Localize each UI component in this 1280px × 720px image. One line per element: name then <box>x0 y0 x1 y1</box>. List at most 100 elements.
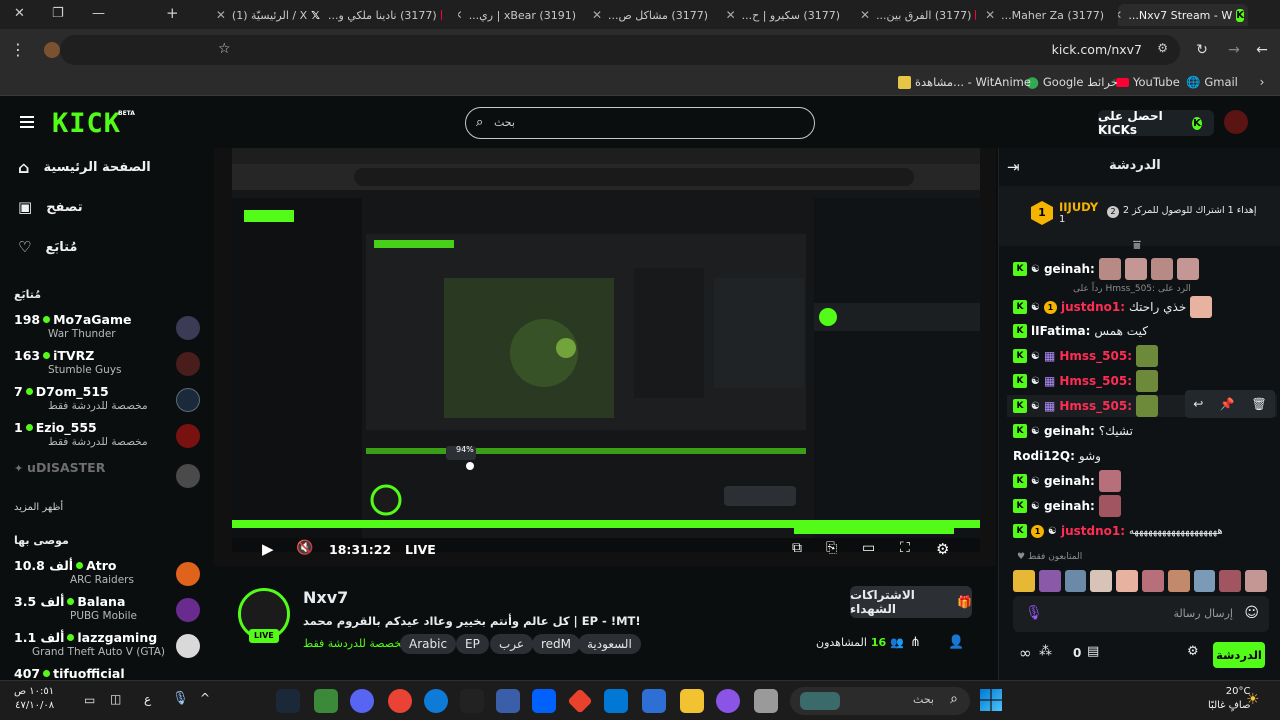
chat-message[interactable]: K ☯ geinah: <box>1013 495 1121 517</box>
chat-message[interactable]: K ☯ ▦ Hmss_505: <box>1013 370 1158 392</box>
store-icon[interactable] <box>642 689 666 713</box>
pin-icon[interactable]: 📌 <box>1220 397 1235 411</box>
chat-message[interactable]: Rodi12Q: وشو <box>1013 445 1101 467</box>
forward-icon[interactable]: → <box>1226 42 1242 58</box>
input-language[interactable]: ع <box>144 692 151 706</box>
app-icon[interactable] <box>496 689 520 713</box>
reload-icon[interactable]: ↻ <box>1194 42 1210 58</box>
chat-settings-icon[interactable]: ⚙ <box>1187 644 1199 659</box>
bookmark-item[interactable]: مشاهدة... - WitAnime <box>898 75 1031 89</box>
back-icon[interactable]: ← <box>1254 42 1270 58</box>
nav-browse[interactable]: ▣ تصفح <box>18 198 83 216</box>
offline-channel[interactable]: ✦ uDISASTER <box>14 460 204 490</box>
chat-message[interactable]: K ☯ 1 justdno1: خذي راحتك <box>1013 296 1213 318</box>
chrome-icon[interactable] <box>388 689 412 713</box>
address-bar[interactable]: ☆ kick.com/nxv7 ⚙ <box>60 35 1180 65</box>
stream-tag[interactable]: عرب <box>490 634 534 654</box>
picture-in-picture-icon[interactable]: ⧉ <box>792 540 802 556</box>
chat-username[interactable]: lIFatima: <box>1031 324 1090 338</box>
gift-subs-button[interactable]: الاشتراكات الشهداء 🎁 <box>850 586 972 618</box>
browser-tab[interactable]: (3177) Maher Za... ✕ <box>986 4 1112 26</box>
chat-username[interactable]: geinah: <box>1044 499 1095 513</box>
recommended-channel[interactable]: 1.1 ألف lazzgaming Grand Theft Auto V (GT… <box>14 630 204 660</box>
chat-username[interactable]: geinah: <box>1044 262 1095 276</box>
viewer-avatar[interactable] <box>1219 570 1242 592</box>
settings-gear-icon[interactable]: ⚙ <box>936 540 949 558</box>
close-tab-icon[interactable]: ✕ <box>1118 8 1122 22</box>
steam-icon[interactable] <box>276 689 300 713</box>
recommended-channel[interactable]: 10.8 ألف Atro ARC Raiders <box>14 558 204 588</box>
clip-icon[interactable]: ⎘ <box>826 540 837 556</box>
viewer-avatar[interactable] <box>1245 570 1267 592</box>
windows-start-icon[interactable] <box>980 689 1002 711</box>
pin-toggle-icon[interactable]: ⩸ <box>1133 238 1141 253</box>
browser-tab[interactable]: (3177) نادينا ملكي و... <box>328 4 446 26</box>
theater-mode-icon[interactable]: ▭ <box>862 540 875 556</box>
close-tab-icon[interactable]: ✕ <box>458 8 463 22</box>
browser-tab[interactable]: (3177) مشاكل ص... ✕ <box>590 4 716 26</box>
outlook-icon[interactable] <box>604 689 628 713</box>
clock[interactable]: ١٠:٥١ ص ٤٧/١٠/٠٨ <box>14 685 54 713</box>
site-settings-icon[interactable]: ⚙ <box>1157 41 1168 55</box>
close-tab-icon[interactable]: ✕ <box>726 8 736 22</box>
edge-icon[interactable] <box>424 689 448 713</box>
stream-tag[interactable]: EP <box>456 634 489 654</box>
viewer-avatar[interactable] <box>1064 570 1087 592</box>
browser-tab-active[interactable]: K Nxv7 Stream - W... ✕ <box>1118 4 1248 26</box>
chat-message[interactable]: K ☯ geinah: <box>1013 470 1121 492</box>
network-icon[interactable]: ◫ <box>110 692 121 706</box>
close-window-icon[interactable]: ✕ <box>14 6 25 21</box>
chat-username[interactable]: justdno1: <box>1061 300 1125 314</box>
stream-tag[interactable]: Arabic <box>400 634 457 654</box>
viewer-avatar[interactable] <box>1013 570 1035 592</box>
nav-home[interactable]: ⌂ الصفحة الرئيسية <box>18 158 151 177</box>
minimize-window-icon[interactable]: — <box>92 6 105 21</box>
restore-window-icon[interactable]: ❐ <box>52 6 64 21</box>
profile-avatar[interactable] <box>44 42 60 58</box>
reply-icon[interactable]: ↩ <box>1193 397 1203 411</box>
emoji-icon[interactable]: ☺ <box>1244 605 1259 621</box>
chat-message[interactable]: K ☯ ▦ Hmss_505: <box>1013 345 1158 367</box>
epic-games-icon[interactable] <box>460 689 484 713</box>
chat-message[interactable]: K 1 ☯ justdno1: هههههههههههههههههههه <box>1013 520 1223 542</box>
kick-logo[interactable]: KICK <box>52 108 121 139</box>
close-tab-icon[interactable]: ✕ <box>986 8 995 22</box>
chat-message[interactable]: K ☯ geinah: تشيك؟ <box>1013 420 1133 442</box>
app-icon[interactable] <box>567 688 593 714</box>
viewer-avatar[interactable] <box>1116 570 1138 592</box>
chat-message[interactable]: K lIFatima: كيت همس <box>1013 320 1148 342</box>
mute-icon[interactable]: 🔇 <box>296 540 313 556</box>
browser-tab[interactable]: (3177) الفرق بين... ✕ <box>854 4 980 26</box>
send-chat-button[interactable]: الدردشة <box>1213 642 1265 668</box>
taskbar-search[interactable]: بحث ⌕ <box>790 687 970 715</box>
chat-username[interactable]: Hmss_505: <box>1059 374 1132 388</box>
recommended-channel[interactable]: 407 tifuofficial <box>14 666 204 680</box>
get-kicks-button[interactable]: احصل على KICKs K <box>1098 109 1214 137</box>
chat-username[interactable]: geinah: <box>1044 474 1095 488</box>
browser-tab[interactable]: (3191) xBear | ري... ✕ <box>458 4 584 26</box>
stream-tag[interactable]: redM <box>532 634 581 654</box>
share-icon[interactable]: ⋔ <box>910 635 921 650</box>
user-avatar[interactable] <box>1224 110 1248 134</box>
stream-tag[interactable]: السعودية <box>578 634 641 654</box>
following-channel[interactable]: 198 Mo7aGame War Thunder <box>14 312 204 342</box>
chat-username[interactable]: Rodi12Q: <box>1013 449 1075 463</box>
new-tab-icon[interactable]: + <box>166 4 179 22</box>
search-input[interactable]: ⌕ بحث <box>465 107 815 139</box>
streamer-name[interactable]: Nxv7 <box>303 588 348 607</box>
microphone-icon[interactable]: 🎙 <box>172 691 189 706</box>
following-channel[interactable]: 1 Ezio_555 مخصصة للدردشة فقط <box>14 420 204 450</box>
infinity-icon[interactable]: ∞ <box>1019 644 1032 662</box>
play-icon[interactable]: ▶ <box>262 540 274 558</box>
viewer-avatar[interactable] <box>1167 570 1190 592</box>
fullscreen-icon[interactable]: ⛶ <box>900 540 910 556</box>
copilot-icon[interactable] <box>716 689 740 713</box>
show-more-link[interactable]: أظهر المزيد <box>14 502 63 513</box>
following-channel[interactable]: 163 iTVRZ Stumble Guys <box>14 348 204 378</box>
stream-category[interactable]: مخصصة للدردشة فقط <box>303 637 407 650</box>
bookmark-item[interactable]: 🌐 Gmail <box>1186 75 1238 89</box>
browser-tab[interactable]: 𝕏 X / الرئيسيّة (1) ✕ <box>196 4 324 26</box>
close-tab-icon[interactable]: ✕ <box>216 8 226 22</box>
chat-username[interactable]: geinah: <box>1044 424 1095 438</box>
viewer-avatar[interactable] <box>1193 570 1216 592</box>
